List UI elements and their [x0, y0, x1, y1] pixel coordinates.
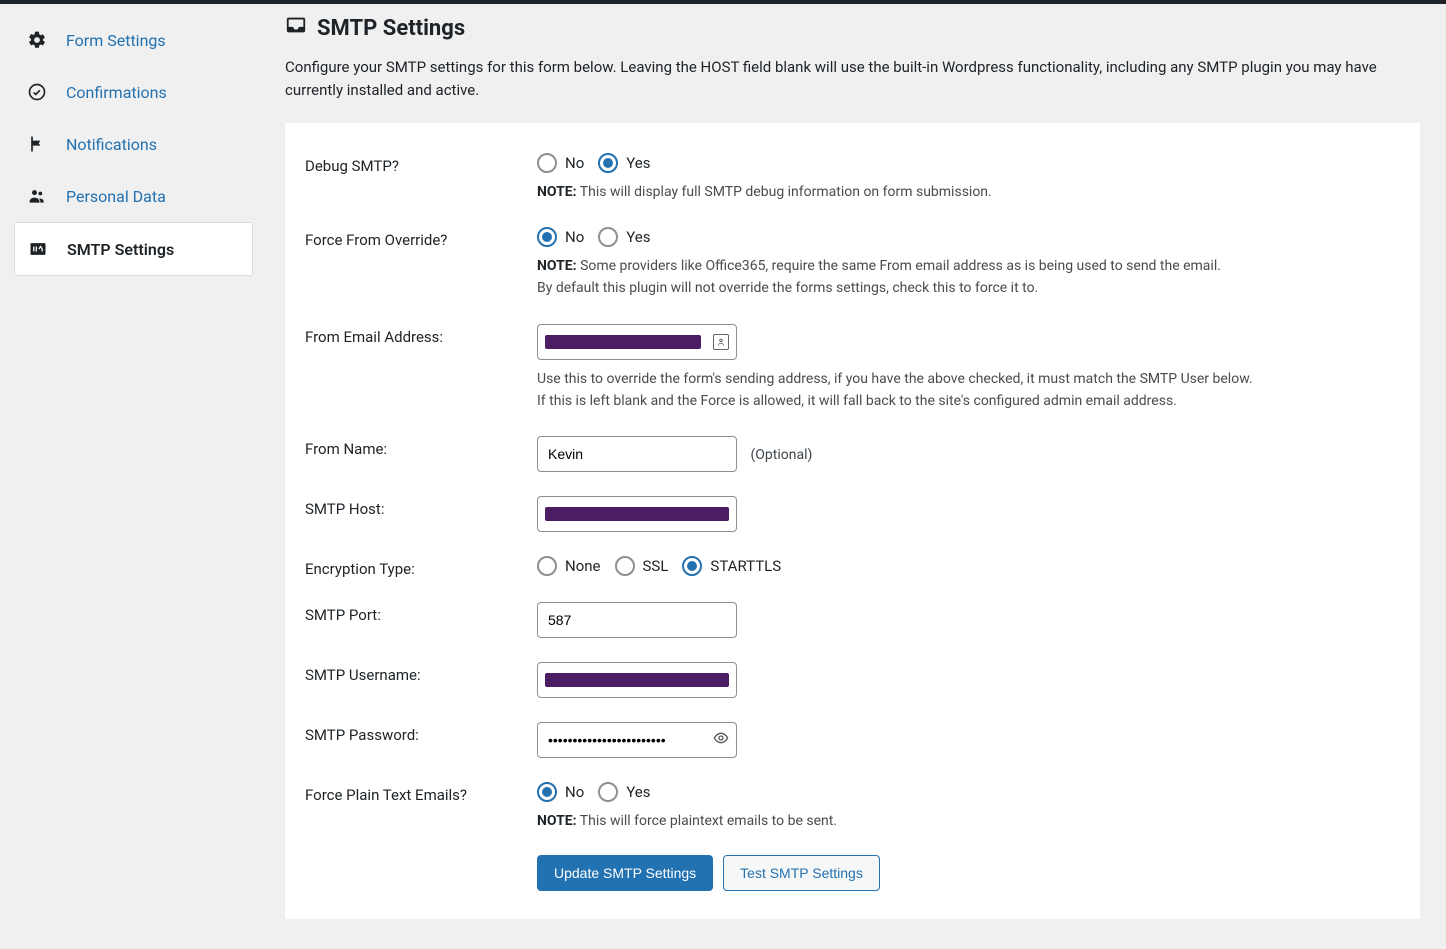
- redacted-value: [545, 335, 701, 349]
- radio-label-no: No: [565, 228, 584, 246]
- radio-label-yes: Yes: [626, 154, 650, 172]
- test-smtp-settings-button[interactable]: Test SMTP Settings: [723, 855, 880, 891]
- note-text: Some providers like Office365, require t…: [580, 258, 1221, 274]
- sidebar-item-label: Form Settings: [66, 31, 166, 50]
- main-content: SMTP Settings Configure your SMTP settin…: [267, 4, 1446, 949]
- row-from-email: From Email Address: Use this to override…: [285, 312, 1420, 425]
- optional-label: (Optional): [750, 447, 812, 463]
- label-smtp-port: SMTP Port:: [305, 602, 537, 624]
- sidebar-item-label: Notifications: [66, 135, 157, 154]
- note-prefix: NOTE:: [537, 813, 577, 829]
- radio-label-ssl: SSL: [643, 557, 669, 575]
- label-force-from-override: Force From Override?: [305, 227, 537, 249]
- label-debug-smtp: Debug SMTP?: [305, 153, 537, 175]
- radio-debug-no[interactable]: [537, 153, 557, 173]
- radio-encryption-ssl[interactable]: [615, 556, 635, 576]
- page-title: SMTP Settings: [285, 14, 1420, 42]
- sidebar-item-smtp-settings[interactable]: SMTP Settings: [14, 222, 253, 276]
- note-plain-text: NOTE: This will force plaintext emails t…: [537, 810, 1400, 832]
- row-force-plain-text: Force Plain Text Emails? No Yes NOTE: Th…: [285, 770, 1420, 844]
- note-from-email: Use this to override the form's sending …: [537, 368, 1400, 413]
- row-encryption-type: Encryption Type: None SSL STARTTLS: [285, 544, 1420, 590]
- note-prefix: NOTE:: [537, 184, 577, 200]
- sidebar-item-confirmations[interactable]: Confirmations: [14, 66, 253, 118]
- contact-card-icon[interactable]: [713, 334, 729, 350]
- gear-icon: [26, 29, 48, 51]
- page-description: Configure your SMTP settings for this fo…: [285, 56, 1420, 103]
- radio-ffo-yes[interactable]: [598, 227, 618, 247]
- label-from-email: From Email Address:: [305, 324, 537, 346]
- update-smtp-settings-button[interactable]: Update SMTP Settings: [537, 855, 713, 891]
- sidebar: Form Settings Confirmations Notification…: [0, 4, 267, 949]
- radio-label-none: None: [565, 557, 601, 575]
- row-from-name: From Name: (Optional): [285, 424, 1420, 484]
- sidebar-item-personal-data[interactable]: Personal Data: [14, 170, 253, 222]
- form-panel: Debug SMTP? No Yes NOTE: This will displ…: [285, 123, 1420, 919]
- note-debug: NOTE: This will display full SMTP debug …: [537, 181, 1400, 203]
- row-smtp-port: SMTP Port:: [285, 590, 1420, 650]
- eye-icon[interactable]: [713, 730, 729, 750]
- radio-label-starttls: STARTTLS: [710, 557, 781, 575]
- radio-label-yes: Yes: [626, 228, 650, 246]
- people-icon: [26, 185, 48, 207]
- radio-debug-yes[interactable]: [598, 153, 618, 173]
- note-text: By default this plugin will not override…: [537, 280, 1038, 296]
- note-ffo: NOTE: Some providers like Office365, req…: [537, 255, 1400, 300]
- button-row: Update SMTP Settings Test SMTP Settings: [285, 845, 1420, 891]
- inbox-icon: [285, 14, 307, 42]
- radio-encryption-none[interactable]: [537, 556, 557, 576]
- radio-plain-text-no[interactable]: [537, 782, 557, 802]
- redacted-value: [545, 507, 729, 521]
- radio-label-no: No: [565, 154, 584, 172]
- flag-icon: [26, 133, 48, 155]
- label-smtp-host: SMTP Host:: [305, 496, 537, 518]
- sidebar-item-form-settings[interactable]: Form Settings: [14, 14, 253, 66]
- note-text: If this is left blank and the Force is a…: [537, 393, 1177, 409]
- label-encryption-type: Encryption Type:: [305, 556, 537, 578]
- row-smtp-host: SMTP Host:: [285, 484, 1420, 544]
- row-debug-smtp: Debug SMTP? No Yes NOTE: This will displ…: [285, 141, 1420, 215]
- row-smtp-username: SMTP Username:: [285, 650, 1420, 710]
- sidebar-item-label: Personal Data: [66, 187, 166, 206]
- page-container: Form Settings Confirmations Notification…: [0, 4, 1446, 949]
- label-smtp-username: SMTP Username:: [305, 662, 537, 684]
- radio-ffo-no[interactable]: [537, 227, 557, 247]
- radio-encryption-starttls[interactable]: [682, 556, 702, 576]
- label-smtp-password: SMTP Password:: [305, 722, 537, 744]
- smtp-password-field[interactable]: [537, 722, 737, 758]
- label-from-name: From Name:: [305, 436, 537, 458]
- from-name-field[interactable]: [537, 436, 737, 472]
- smtp-port-field[interactable]: [537, 602, 737, 638]
- sidebar-item-label: Confirmations: [66, 83, 167, 102]
- radio-label-no: No: [565, 783, 584, 801]
- label-force-plain-text: Force Plain Text Emails?: [305, 782, 537, 804]
- row-smtp-password: SMTP Password:: [285, 710, 1420, 770]
- radio-plain-text-yes[interactable]: [598, 782, 618, 802]
- sidebar-item-label: SMTP Settings: [67, 240, 174, 259]
- row-force-from-override: Force From Override? No Yes NOTE: Some p…: [285, 215, 1420, 312]
- smtp-icon: [27, 238, 49, 260]
- note-text: Use this to override the form's sending …: [537, 371, 1253, 387]
- redacted-value: [545, 673, 729, 687]
- sidebar-item-notifications[interactable]: Notifications: [14, 118, 253, 170]
- check-circle-icon: [26, 81, 48, 103]
- note-text: This will force plaintext emails to be s…: [580, 813, 837, 829]
- page-title-text: SMTP Settings: [317, 16, 465, 41]
- radio-label-yes: Yes: [626, 783, 650, 801]
- note-text: This will display full SMTP debug inform…: [580, 184, 992, 200]
- note-prefix: NOTE:: [537, 258, 577, 274]
